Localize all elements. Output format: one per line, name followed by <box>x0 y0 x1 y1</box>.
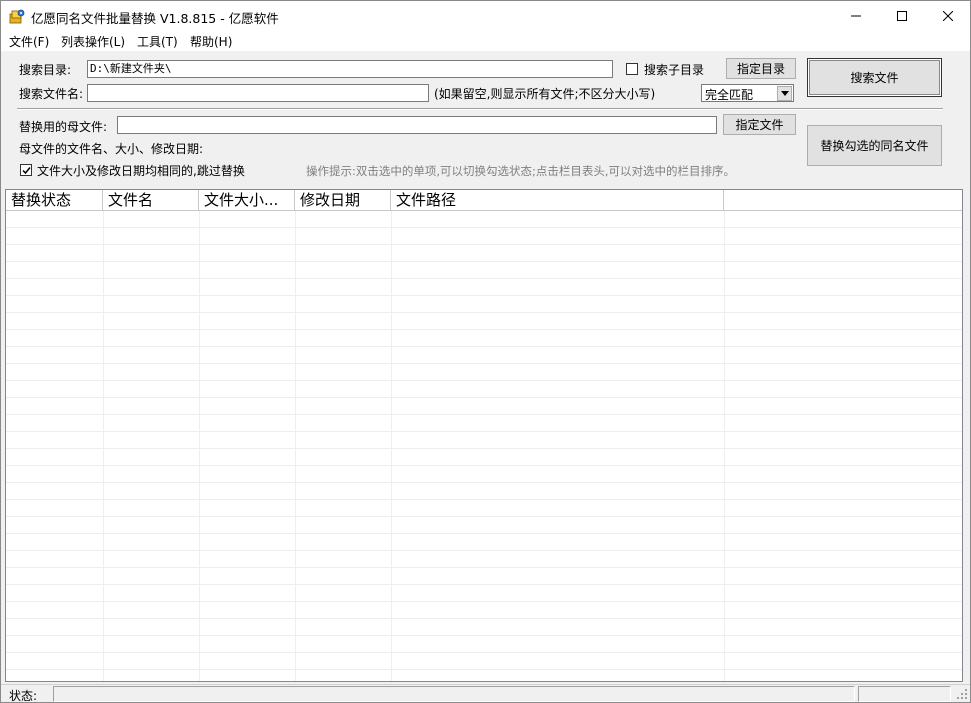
chevron-down-icon <box>777 86 792 101</box>
grid-row-line <box>6 415 962 432</box>
grid-row-line <box>6 585 962 602</box>
menu-file[interactable]: 文件(F) <box>9 33 49 50</box>
grid-row-line <box>6 279 962 296</box>
search-dir-input[interactable]: D:\新建文件夹\ <box>87 60 613 78</box>
skip-same-checkbox[interactable] <box>20 164 32 176</box>
grid-row-line <box>6 602 962 619</box>
main-window: 亿愿同名文件批量替换 V1.8.815 - 亿愿软件 文件(F) 列表操作(L)… <box>0 0 971 703</box>
grid-column-line <box>724 211 725 681</box>
choose-file-button[interactable]: 指定文件 <box>723 114 796 135</box>
grid-row-line <box>6 432 962 449</box>
mother-file-input[interactable] <box>117 116 717 134</box>
minimize-button[interactable] <box>833 1 879 31</box>
folder-gear-icon <box>9 9 25 24</box>
grid-row-line <box>6 228 962 245</box>
checkmark-icon <box>21 166 31 174</box>
search-dir-label: 搜索目录: <box>19 63 72 77</box>
operation-hint: 操作提示:双击选中的单项,可以切换勾选状态;点击栏目表头,可以对选中的栏目排序。 <box>306 164 736 178</box>
search-subdir-label: 搜索子目录 <box>644 63 705 77</box>
list-header: 替换状态 文件名 文件大小... 修改日期 文件路径 <box>6 190 962 211</box>
search-filename-hint: (如果留空,则显示所有文件;不区分大小写) <box>434 87 656 101</box>
skip-same-label: 文件大小及修改日期均相同的,跳过替换 <box>37 164 245 178</box>
grid-row-line <box>6 364 962 381</box>
column-filesize[interactable]: 文件大小... <box>199 190 295 210</box>
choose-dir-button[interactable]: 指定目录 <box>726 58 796 79</box>
grid-row-line <box>6 211 962 228</box>
status-label: 状态: <box>9 689 38 703</box>
section-separator <box>17 108 943 110</box>
status-text-panel <box>53 686 855 702</box>
grid-row-line <box>6 534 962 551</box>
menu-tools[interactable]: 工具(T) <box>137 33 178 50</box>
maximize-button[interactable] <box>879 1 925 31</box>
column-filename[interactable]: 文件名 <box>103 190 199 210</box>
window-title: 亿愿同名文件批量替换 V1.8.815 - 亿愿软件 <box>31 11 279 26</box>
grid-row-line <box>6 398 962 415</box>
column-replace-status[interactable]: 替换状态 <box>6 190 103 210</box>
status-extra-panel <box>858 686 951 702</box>
grid-row-line <box>6 262 962 279</box>
grid-row-line <box>6 330 962 347</box>
close-icon <box>943 11 953 21</box>
grid-row-line <box>6 517 962 534</box>
column-filepath[interactable]: 文件路径 <box>391 190 724 210</box>
grid-row-line <box>6 653 962 670</box>
grid-row-line <box>6 245 962 262</box>
grid-row-line <box>6 381 962 398</box>
grid-row-line <box>6 568 962 585</box>
search-filename-input[interactable] <box>87 84 429 102</box>
mother-info-label: 母文件的文件名、大小、修改日期: <box>19 142 204 156</box>
match-mode-select[interactable]: 完全匹配 <box>701 84 794 102</box>
menu-list-operations[interactable]: 列表操作(L) <box>61 33 125 50</box>
grid-column-line <box>391 211 392 681</box>
grid-row-line <box>6 500 962 517</box>
menu-help[interactable]: 帮助(H) <box>190 33 232 50</box>
search-filename-label: 搜索文件名: <box>19 87 84 101</box>
search-files-button[interactable]: 搜索文件 <box>807 58 942 97</box>
search-subdir-checkbox[interactable] <box>626 63 638 75</box>
mother-file-label: 替换用的母文件: <box>19 120 108 134</box>
column-modified-date[interactable]: 修改日期 <box>295 190 391 210</box>
grid-row-line <box>6 449 962 466</box>
grid-row-line <box>6 636 962 653</box>
grid-row-line <box>6 483 962 500</box>
status-bar: 状态: <box>1 684 970 703</box>
grid-row-line <box>6 619 962 636</box>
grid-column-line <box>295 211 296 681</box>
grid-row-line <box>6 670 962 681</box>
grid-column-line <box>103 211 104 681</box>
title-bar: 亿愿同名文件批量替换 V1.8.815 - 亿愿软件 <box>1 1 970 31</box>
grid-row-line <box>6 313 962 330</box>
menu-bar: 文件(F) 列表操作(L) 工具(T) 帮助(H) <box>1 31 970 51</box>
grid-column-line <box>199 211 200 681</box>
grid-row-line <box>6 296 962 313</box>
resize-grip-icon[interactable] <box>956 688 968 700</box>
file-list[interactable]: 替换状态 文件名 文件大小... 修改日期 文件路径 <box>5 189 963 682</box>
grid-row-line <box>6 466 962 483</box>
minimize-icon <box>851 15 861 17</box>
replace-checked-button[interactable]: 替换勾选的同名文件 <box>807 125 942 166</box>
maximize-icon <box>897 11 907 21</box>
match-mode-value: 完全匹配 <box>705 88 754 102</box>
grid-row-line <box>6 551 962 568</box>
close-button[interactable] <box>925 1 971 31</box>
grid-row-line <box>6 347 962 364</box>
